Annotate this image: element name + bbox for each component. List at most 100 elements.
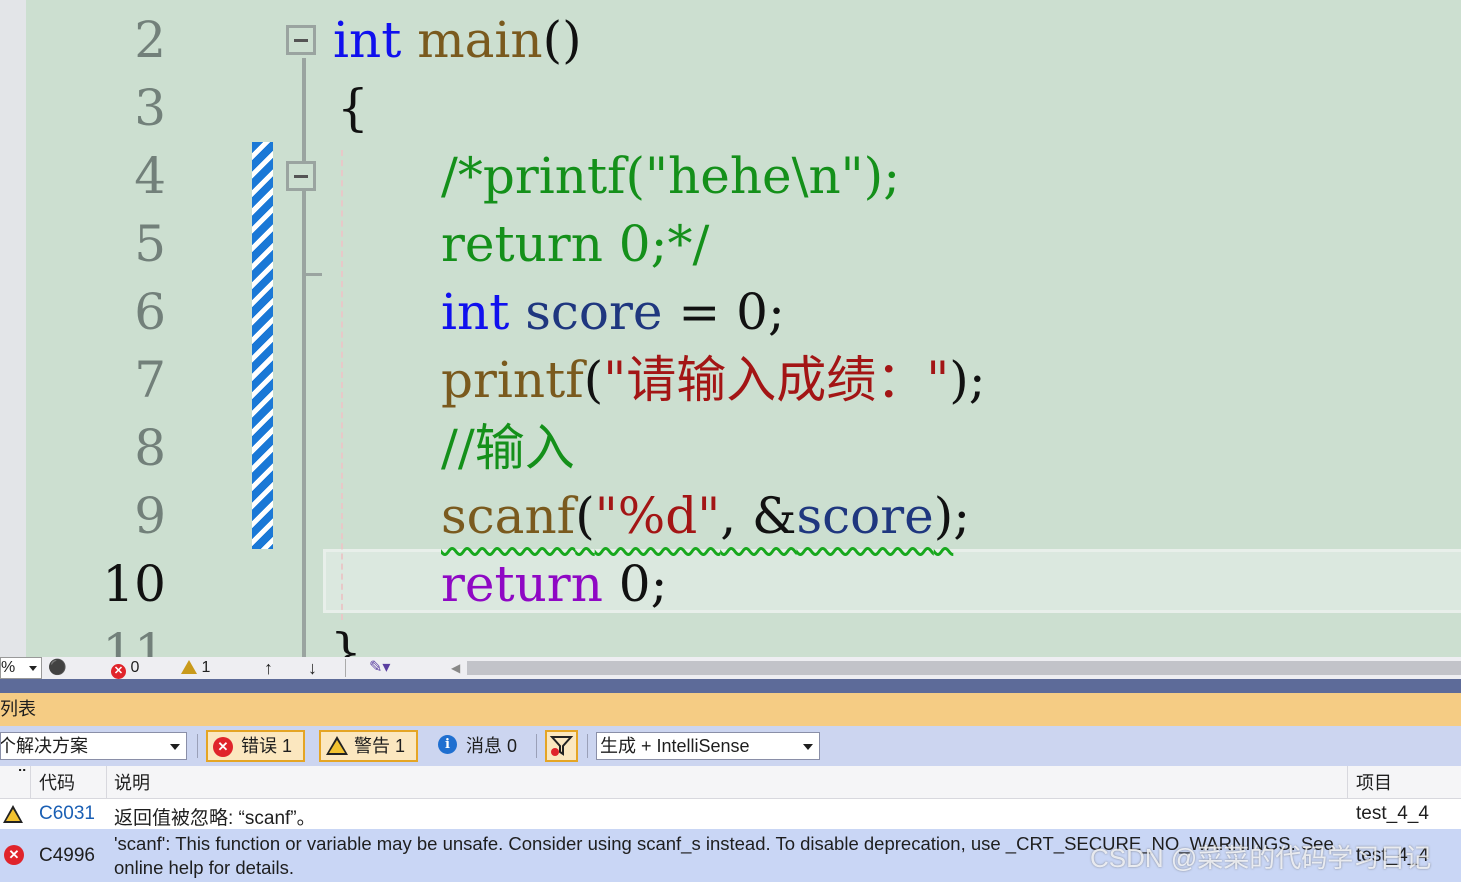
line-number: 2 [134, 11, 166, 69]
error-list-toolbar: 个解决方案 ✕ 错误 1 警告 1 i 消息 0 生成 + IntelliSen… [0, 726, 1461, 766]
function-name: scanf [441, 487, 576, 545]
code-punct: = 0; [662, 283, 785, 341]
error-icon: ✕ [213, 737, 233, 757]
toolbar-separator [197, 734, 198, 758]
string-literal: "请输入成绩：" [603, 351, 950, 409]
up-arrow-icon[interactable]: ↑ [264, 657, 273, 679]
line-number: 3 [134, 79, 166, 137]
changed-lines-marker [252, 142, 273, 549]
zoom-value: % [1, 659, 16, 676]
row-code-link[interactable]: C6031 [39, 803, 95, 825]
status-errors[interactable]: ✕ 0 [111, 657, 139, 679]
fold-minus-icon[interactable] [286, 161, 316, 191]
code-line-8: //输入 [441, 419, 575, 477]
scroll-left-icon[interactable]: ◀ [451, 657, 460, 679]
warning-squiggle[interactable]: scanf("%d", &score) [441, 487, 953, 545]
filter-button[interactable] [545, 730, 578, 762]
code-editor[interactable]: 2 3 4 5 6 7 8 9 10 11 int main() { /*pri… [0, 0, 1461, 657]
warnings-filter-button[interactable]: 警告 1 [319, 730, 418, 762]
brush-icon[interactable]: ✎▾ [369, 657, 390, 679]
column-header-description[interactable]: 说明 [114, 766, 150, 799]
warning-icon [326, 736, 348, 755]
sort-icon[interactable]: ⠉ [17, 758, 27, 791]
variable: score [525, 283, 663, 341]
line-number: 7 [134, 351, 166, 409]
zoom-combo[interactable]: % [0, 657, 42, 679]
messages-filter-button[interactable]: 消息 0 [466, 726, 517, 766]
chevron-down-icon [803, 744, 813, 750]
error-icon: ✕ [111, 664, 126, 679]
line-number: 4 [134, 147, 166, 205]
panel-separator [0, 679, 1461, 693]
scope-value: 个解决方案 [0, 736, 88, 756]
down-arrow-icon[interactable]: ↓ [308, 657, 317, 679]
code-punct: () [542, 11, 582, 69]
line-number: 11 [102, 623, 166, 657]
keyword: int [441, 283, 510, 341]
line-number: 5 [134, 215, 166, 273]
watermark-text: CSDN @菜菜的代码学习日记 [1090, 843, 1432, 873]
code-line-3: { [337, 79, 369, 137]
error-icon: ✕ [4, 845, 24, 865]
outline-tick [302, 273, 322, 276]
status-warnings[interactable]: 1 [181, 657, 210, 679]
warning-count: 1 [201, 659, 211, 676]
keyword: int [333, 11, 402, 69]
column-header-code[interactable]: 代码 [39, 766, 75, 799]
code-health-icon[interactable]: ⚫ [48, 657, 67, 679]
errors-filter-label: 错误 1 [241, 736, 293, 756]
error-count: 0 [130, 659, 140, 676]
code-line-5: return 0;*/ [441, 215, 710, 273]
error-list-title-bar: 列表 [0, 693, 1461, 726]
editor-status-bar: % ⚫ ✕ 0 1 ↑ ↓ ✎▾ ◀ [0, 657, 1461, 679]
warnings-filter-label: 警告 1 [354, 736, 406, 756]
string-literal: "%d" [594, 487, 721, 545]
code-punct: 0; [602, 555, 668, 613]
code-line-11: } [330, 623, 362, 657]
chevron-down-icon [29, 666, 37, 671]
code-punct: ) [933, 487, 954, 545]
row-description: 返回值被忽略: “scanf”。 [114, 808, 316, 829]
build-source-dropdown[interactable]: 生成 + IntelliSense [596, 732, 820, 760]
variable: score [796, 487, 934, 545]
horizontal-scrollbar[interactable] [467, 661, 1461, 675]
code-punct: ); [949, 351, 986, 409]
column-separator [106, 766, 107, 799]
outline-line [302, 58, 306, 657]
row-project: test_4_4 [1356, 803, 1429, 824]
code-punct: ; [953, 487, 971, 545]
code-line-4: /*printf("hehe\n"); [441, 147, 901, 205]
filter-icon [549, 736, 574, 756]
row-description-cont: online help for details. [114, 857, 294, 878]
scope-dropdown[interactable]: 个解决方案 [0, 732, 187, 760]
chevron-down-icon [170, 744, 180, 750]
warning-icon [181, 660, 197, 674]
column-separator [30, 766, 31, 799]
fold-minus-icon[interactable] [286, 25, 316, 55]
error-list-header: ⠉ 代码 说明 项目 [0, 766, 1461, 799]
table-row[interactable]: C6031 返回值被忽略: “scanf”。 test_4_4 [0, 799, 1461, 829]
status-separator [345, 659, 346, 677]
toolbar-separator [536, 734, 537, 758]
keyword: return [441, 555, 603, 613]
function-name: main [417, 11, 543, 69]
toolbar-separator [587, 734, 588, 758]
warning-icon [3, 805, 23, 829]
code-line-10: return 0; [441, 550, 667, 618]
code-line-6: int score = 0; [441, 278, 785, 346]
code-line-9: scanf("%d", &score); [441, 482, 970, 550]
column-separator [1347, 766, 1348, 799]
code-line-2: int main() [333, 6, 582, 74]
info-icon: i [438, 735, 457, 754]
errors-filter-button[interactable]: ✕ 错误 1 [206, 730, 305, 762]
column-header-project[interactable]: 项目 [1356, 766, 1392, 799]
row-code: C4996 [39, 845, 95, 866]
code-line-7: printf("请输入成绩："); [441, 346, 986, 414]
build-source-value: 生成 + IntelliSense [600, 736, 750, 756]
line-number-current: 10 [102, 555, 166, 613]
editor-margin-strip [0, 0, 26, 657]
panel-title: 列表 [0, 699, 36, 719]
line-number: 9 [134, 487, 166, 545]
code-punct: ( [575, 487, 595, 545]
code-punct: , & [720, 487, 797, 545]
